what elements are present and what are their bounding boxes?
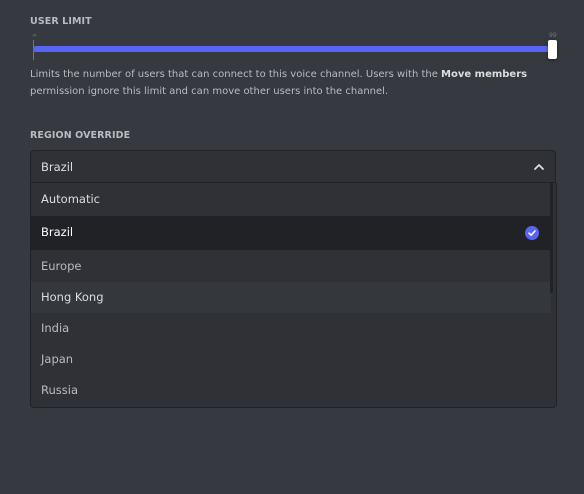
voice-channel-settings: USER LIMIT ∞ 99 Limits the number of use… bbox=[0, 0, 584, 494]
region-select[interactable]: Brazil bbox=[30, 150, 556, 183]
slider-min-label: ∞ bbox=[32, 32, 37, 39]
region-option-automatic[interactable]: Automatic bbox=[31, 183, 551, 215]
slider-handle[interactable] bbox=[548, 40, 557, 59]
user-limit-title: USER LIMIT bbox=[30, 16, 92, 27]
region-override-title: REGION OVERRIDE bbox=[30, 130, 131, 141]
check-circle-icon bbox=[525, 226, 539, 240]
slider-max-label: 99 bbox=[549, 32, 557, 39]
region-option-japan[interactable]: Japan bbox=[31, 344, 551, 375]
user-limit-slider[interactable] bbox=[33, 46, 553, 52]
option-label: Brazil bbox=[41, 225, 74, 239]
slider-fill bbox=[33, 46, 553, 52]
description-text: Limits the number of users that can conn… bbox=[30, 69, 442, 80]
chevron-up-icon[interactable] bbox=[532, 160, 546, 174]
region-option-europe[interactable]: Europe bbox=[31, 250, 551, 282]
region-option-india[interactable]: India bbox=[31, 313, 551, 344]
option-label: India bbox=[41, 321, 70, 335]
region-option-russia[interactable]: Russia bbox=[31, 375, 551, 406]
option-label: Automatic bbox=[41, 192, 100, 206]
dropdown-scrollbar[interactable] bbox=[550, 183, 553, 293]
region-dropdown: Automatic Brazil Europe Hong Kong India … bbox=[30, 183, 557, 408]
option-label: Russia bbox=[41, 383, 78, 397]
region-option-hong-kong[interactable]: Hong Kong bbox=[31, 282, 551, 313]
description-text-end: permission ignore this limit and can mov… bbox=[30, 85, 389, 97]
user-limit-description: Limits the number of users that can conn… bbox=[30, 67, 560, 100]
region-select-value: Brazil bbox=[41, 160, 74, 174]
move-members-text: Move members bbox=[441, 69, 528, 80]
option-label: Hong Kong bbox=[41, 290, 104, 304]
option-label: Europe bbox=[41, 259, 82, 273]
option-label: Japan bbox=[41, 352, 74, 366]
region-option-brazil[interactable]: Brazil bbox=[31, 216, 551, 250]
